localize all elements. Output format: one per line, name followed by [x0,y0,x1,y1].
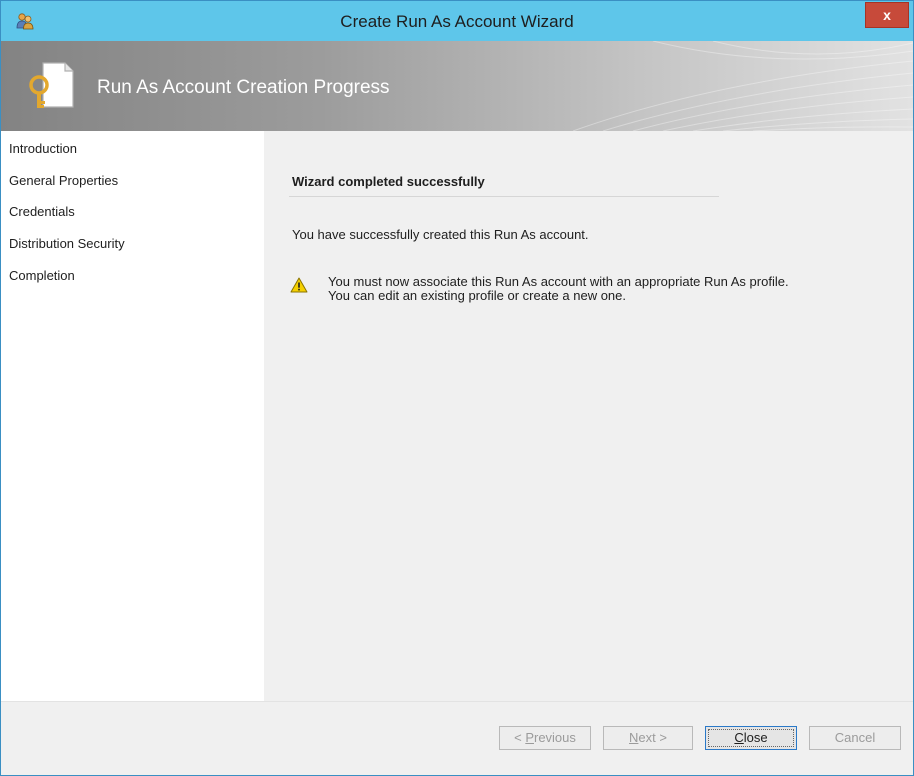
next-label: ext > [638,730,667,745]
page-title: Run As Account Creation Progress [97,77,390,98]
close-button[interactable]: Close [705,726,797,750]
previous-label: revious [533,730,576,745]
close-window-button[interactable]: x [865,2,909,28]
warning-icon [290,277,308,293]
key-document-icon [29,62,74,108]
wizard-window: Create Run As Account Wizard x Run As Ac… [0,0,914,776]
previous-button[interactable]: < Previous [499,726,591,750]
button-bar: < Previous Next > Close Cancel [1,701,913,775]
previous-prefix: < [514,730,526,745]
next-button[interactable]: Next > [603,726,693,750]
warning-message: You must now associate this Run As accou… [328,275,789,303]
warning-line-1: You must now associate this Run As accou… [328,274,789,289]
nav-item-general-properties[interactable]: General Properties [9,173,118,188]
heading-divider [289,196,719,197]
next-mnemonic: N [629,730,639,745]
decorative-waves [572,41,913,131]
nav-item-credentials[interactable]: Credentials [9,204,75,219]
nav-item-completion[interactable]: Completion [9,268,75,283]
focus-rectangle [708,729,794,747]
cancel-button[interactable]: Cancel [809,726,901,750]
completion-heading: Wizard completed successfully [292,174,485,189]
header-banner: Run As Account Creation Progress [1,41,913,131]
success-message: You have successfully created this Run A… [292,227,589,242]
content-panel: Wizard completed successfully You have s… [264,131,913,701]
nav-item-introduction[interactable]: Introduction [9,141,77,156]
warning-line-2: You can edit an existing profile or crea… [328,288,626,303]
wizard-steps-nav: Introduction General Properties Credenti… [1,131,264,701]
window-title: Create Run As Account Wizard [340,12,574,31]
title-bar[interactable]: Create Run As Account Wizard x [1,1,913,41]
previous-mnemonic: P [525,730,534,745]
nav-item-distribution-security[interactable]: Distribution Security [9,236,125,251]
